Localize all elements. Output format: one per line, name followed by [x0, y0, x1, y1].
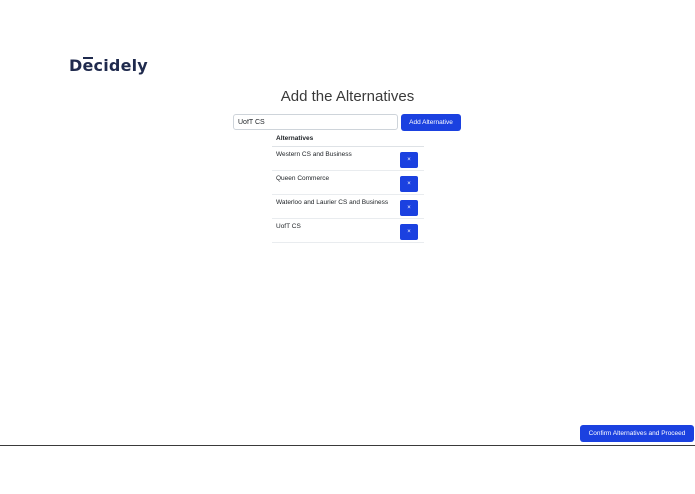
remove-alternative-button[interactable]: ×: [400, 152, 418, 168]
logo-text-suffix: cidely: [93, 56, 148, 75]
alternatives-header: Alternatives: [272, 132, 424, 147]
remove-alternative-button[interactable]: ×: [400, 200, 418, 216]
alternative-row: Western CS and Business ×: [272, 147, 424, 171]
page-title: Add the Alternatives: [280, 88, 415, 105]
alternative-label: UofT CS: [276, 223, 301, 230]
remove-alternative-button[interactable]: ×: [400, 176, 418, 192]
alternative-label: Queen Commerce: [276, 175, 330, 182]
footer-divider: [0, 445, 695, 446]
alternative-label: Waterloo and Laurier CS and Business: [276, 199, 389, 206]
alternative-row: Waterloo and Laurier CS and Business ×: [272, 195, 424, 219]
alternative-row: UofT CS ×: [272, 219, 424, 243]
add-alternative-button[interactable]: Add Alternative: [401, 114, 461, 131]
app-logo[interactable]: Decidely: [69, 56, 148, 75]
alternative-row: Queen Commerce ×: [272, 171, 424, 195]
alternatives-table: Alternatives Western CS and Business × Q…: [272, 132, 424, 243]
alternative-label: Western CS and Business: [276, 151, 352, 158]
confirm-alternatives-button[interactable]: Confirm Alternatives and Proceed: [580, 425, 694, 442]
logo-text-prefix: D: [69, 56, 83, 75]
logo-e-mark: e: [82, 56, 94, 75]
alternative-input[interactable]: [233, 114, 398, 130]
remove-alternative-button[interactable]: ×: [400, 224, 418, 240]
